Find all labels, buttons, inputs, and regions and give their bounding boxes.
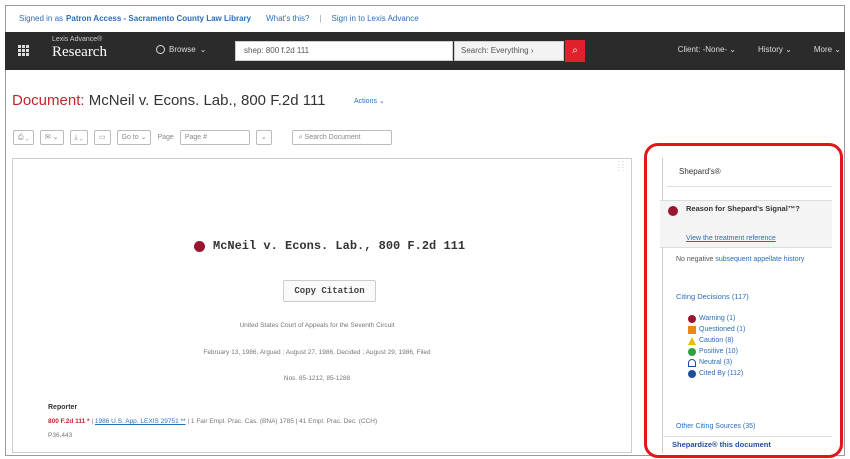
signal-warning[interactable]: Warning (1) [688,313,745,324]
reason-title: Reason for Shepard's Signal™? [686,204,800,213]
signal-label: Neutral (3) [699,359,733,366]
chevron-down-icon[interactable]: ⌄ [255,130,272,145]
reporter-line: 800 F.2d 111 * | 1986 U.S. App. LEXIS 29… [48,418,377,425]
chevron-down-icon: ⌄ [199,45,207,54]
questioned-icon [688,325,696,334]
history-menu[interactable]: History ⌄ [758,45,792,54]
case-numbers: Nos. 85-1212, 85-1288 [283,375,351,382]
other-citing-sources-link[interactable]: Other Citing Sources (35) [676,423,755,430]
red-signal-icon [668,206,678,216]
signal-label: Questioned (1) [699,326,746,333]
brand-logo[interactable]: Lexis Advance® Research [52,36,107,61]
search-document-label: Search Document [304,134,361,141]
resize-handle-icon[interactable]: : :: : [618,160,624,173]
search-icon: ⌕ [572,45,578,56]
page-select[interactable]: Page # [179,130,250,145]
negative-history: No negative subsequent appellate history [676,255,826,264]
signin-prefix: Signed in as [19,13,64,23]
shepards-heading: Shepard's® [679,167,721,176]
more-menu[interactable]: More ⌄ [814,45,841,54]
reporter-line-2: P36,443 [48,432,73,439]
download-icon[interactable]: ⤓ ⌄ [69,130,88,145]
copy-citation-button[interactable]: Copy Citation [283,280,376,302]
go-to-select[interactable]: Go to ⌄ [116,130,152,145]
treatment-reference-link[interactable]: View the treatment reference [686,235,776,242]
search-button[interactable]: ⌕ [565,40,585,62]
signal-neutral[interactable]: Neutral (3) [688,357,745,368]
warning-icon [688,314,696,323]
court-name: United States Court of Appeals for the S… [239,322,395,329]
signal-questioned[interactable]: Questioned (1) [688,324,745,335]
appellate-history-link[interactable]: subsequent appellate history [715,256,804,263]
case-title-text: McNeil v. Econs. Lab., 800 F.2d 111 [213,239,466,253]
search-input[interactable]: shep: 800 f.2d 111 [235,41,453,61]
brand-small: Lexis Advance® [52,36,103,43]
signal-label: Warning (1) [699,315,736,322]
reporter-rest: | 1 Fair Empl. Prac. Cas. (BNA) 1785 | 4… [187,418,378,425]
signal-positive[interactable]: Positive (10) [688,346,745,357]
history-label: History [758,45,783,54]
document-title: McNeil v. Econs. Lab., 800 F.2d 111 [88,92,326,109]
brand-big: Research [52,44,107,60]
reporter-lexis-link[interactable]: 1986 U.S. App. LEXIS 29751 ** [95,418,186,425]
browse-menu[interactable]: Browse ⌄ [156,45,206,54]
signal-cited-by[interactable]: Cited By (112) [688,368,745,379]
divider [667,186,832,187]
citing-decisions-link[interactable]: Citing Decisions (117) [676,292,749,301]
signal-label: Cited By (112) [699,370,744,377]
document-pane [12,158,632,453]
reporter-cite: 800 F.2d 111 * [48,418,90,425]
neutral-icon [688,358,696,367]
negative-prefix: No negative [676,256,714,263]
print-icon[interactable]: ⎙ ⌄ [13,130,34,145]
signin-lexis-link[interactable]: Sign in to Lexis Advance [332,14,419,23]
shepardize-button[interactable]: Shepardize® this document [662,436,832,452]
signin-org-link[interactable]: Patron Access - Sacramento County Law Li… [66,14,251,23]
browse-label: Browse [169,45,196,54]
case-title: McNeil v. Econs. Lab., 800 F.2d 111 [194,239,465,253]
go-to-label: Go to [121,134,139,141]
document-label: Document: [12,92,85,109]
client-label: Client: -None- [677,45,728,54]
apps-grid-icon[interactable] [18,45,29,56]
signal-caution[interactable]: Caution (8) [688,335,745,346]
page-value: Page # [184,134,207,141]
more-label: More [813,45,833,54]
chevron-down-icon: › [530,46,534,55]
actions-label: Actions [354,98,377,105]
signin-bar: Signed in as Patron Access - Sacramento … [5,5,845,31]
top-header: Lexis Advance® Research Browse ⌄ shep: 8… [5,32,845,70]
case-dates: February 13, 1986, Argued ; August 27, 1… [203,349,431,356]
search-type-select[interactable]: Search: Everything › [454,41,564,61]
red-signal-icon [194,240,205,252]
signal-list: Warning (1) Questioned (1) Caution (8) P… [688,313,745,379]
page-title: Document: McNeil v. Econs. Lab., 800 F.2… [12,92,326,109]
reporter-label: Reporter [48,404,78,411]
actions-menu[interactable]: Actions ⌄ [354,97,385,105]
cited-by-icon [688,369,696,378]
search-document-input[interactable]: ⌕ Search Document [291,130,392,145]
folder-icon[interactable]: ▭ [93,130,111,145]
header-nav: Client: -None- ⌄ History ⌄ More ⌄ [678,45,841,54]
signal-label: Positive (10) [699,348,738,355]
page-label: Page [157,134,174,141]
whats-this-link[interactable]: What's this? [266,14,309,23]
signal-label: Caution (8) [699,337,734,344]
email-icon[interactable]: ✉ ⌄ [39,130,64,145]
divider: | [319,13,322,23]
caution-icon [688,336,696,345]
document-toolbar: ⎙ ⌄ ✉ ⌄ ⤓ ⌄ ▭ Go to ⌄ Page Page # ⌄ ⌕ Se… [13,129,392,146]
compass-icon [156,45,165,54]
search-type-label: Search: Everything [461,46,529,55]
positive-icon [688,347,696,356]
client-menu[interactable]: Client: -None- ⌄ [678,45,736,54]
